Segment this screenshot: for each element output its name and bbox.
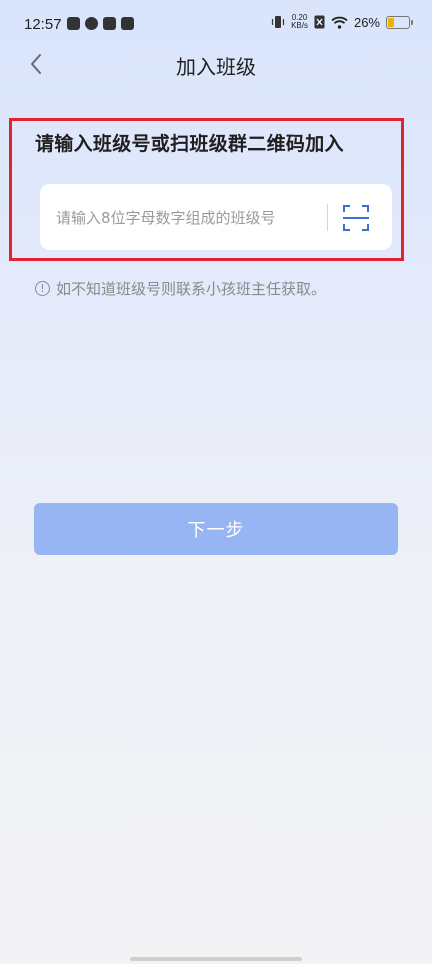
notification-icons [67, 17, 134, 30]
scan-icon [343, 205, 369, 231]
scan-button[interactable] [342, 204, 370, 232]
input-divider [327, 204, 328, 231]
class-code-card [40, 184, 392, 252]
no-sim-icon [314, 15, 325, 29]
instruction-text: 请输入班级号或扫班级群二维码加入 [35, 133, 344, 155]
status-bar: 12:57 0.20 KB/s 26% [0, 0, 432, 50]
battery-percent: 26% [353, 14, 380, 30]
battery-icon [386, 15, 413, 29]
cloud-icon [85, 17, 98, 30]
page-header: 加入班级 [0, 44, 432, 84]
battery-level [388, 17, 394, 27]
next-step-button[interactable]: 下一步 [34, 503, 398, 555]
app-notification-icon [67, 17, 80, 30]
vibrate-icon [271, 16, 285, 28]
page-title: 加入班级 [176, 55, 256, 79]
net-speed: 0.20 KB/s [291, 14, 308, 30]
system-indicators: 0.20 KB/s 26% [271, 14, 413, 30]
hint-row: ! 如不知道班级号则联系小孩班主任获取。 [35, 278, 326, 299]
tiktok-icon [103, 17, 116, 30]
wifi-icon [331, 16, 348, 29]
hint-text: 如不知道班级号则联系小孩班主任获取。 [56, 280, 327, 298]
shopping-bag-icon [121, 17, 134, 30]
info-icon: ! [35, 281, 50, 296]
class-code-input[interactable] [54, 184, 328, 252]
home-indicator[interactable] [130, 957, 302, 961]
status-time: 12:57 [24, 16, 62, 33]
net-speed-unit: KB/s [291, 21, 308, 30]
